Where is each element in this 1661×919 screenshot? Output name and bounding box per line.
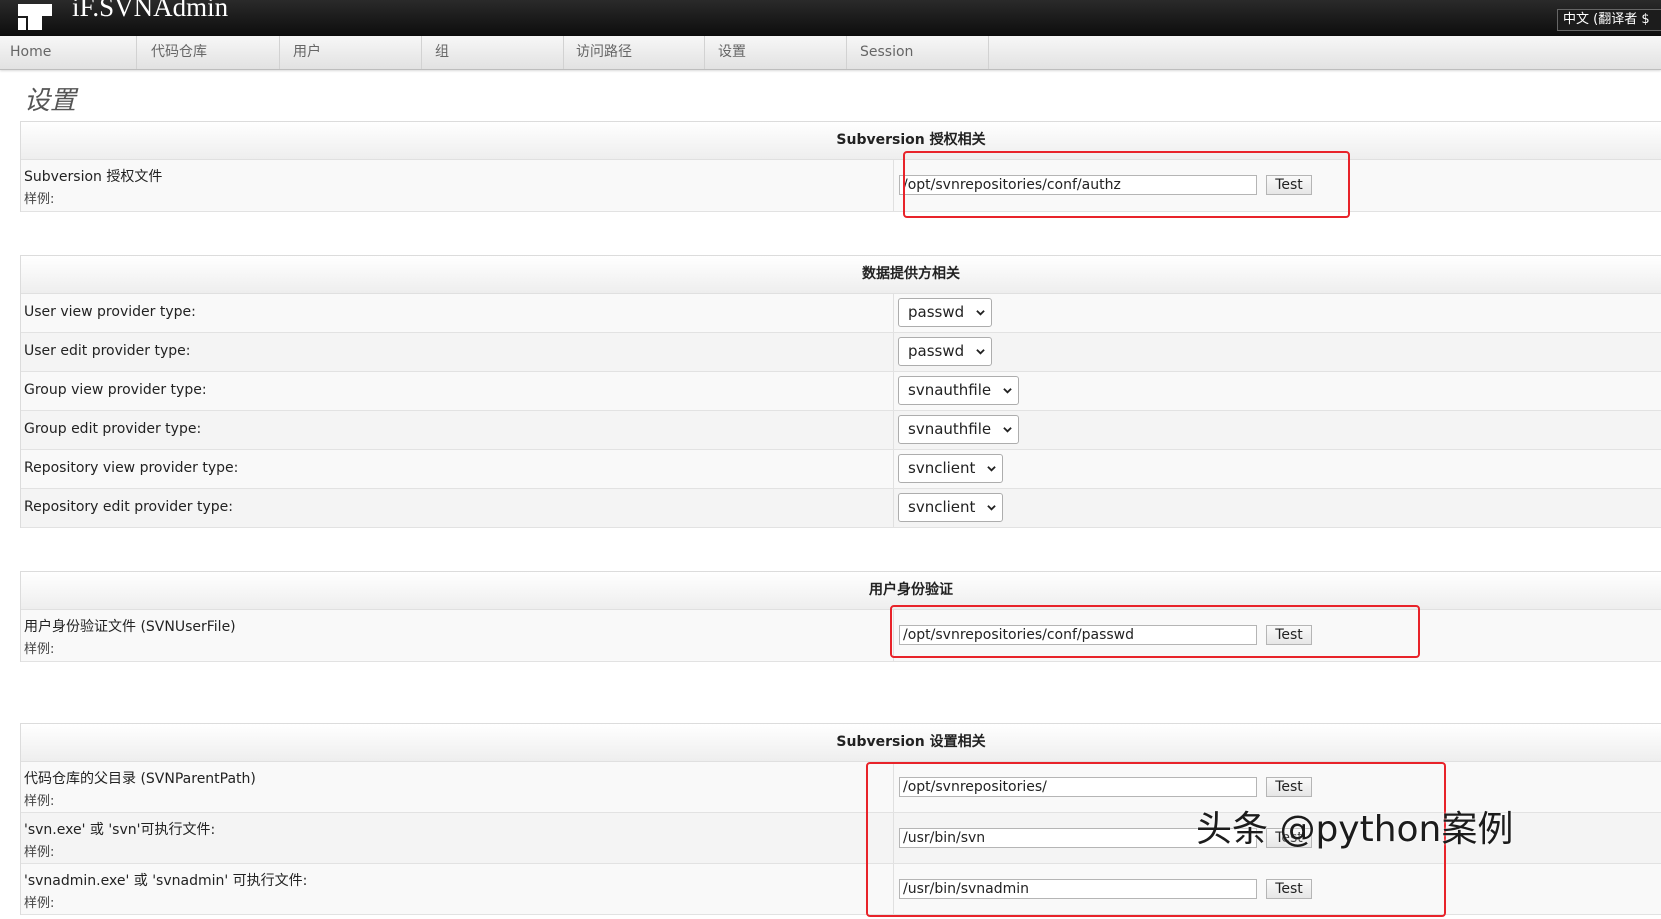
setting-example: 样例: bbox=[24, 845, 55, 860]
section-header: Subversion 授权相关 bbox=[21, 122, 1661, 160]
setting-label: Repository view provider type: bbox=[24, 460, 239, 476]
section-header-label: 用户身份验证 bbox=[869, 582, 953, 598]
select-value: passwd bbox=[908, 303, 965, 321]
app-header: iF.SVNAdmin 中文 (翻译者 $ bbox=[0, 0, 1661, 36]
setting-label: 用户身份验证文件 (SVNUserFile) bbox=[24, 619, 236, 635]
nav-item-repositories[interactable]: 代码仓库 bbox=[141, 36, 280, 69]
chevron-down-icon bbox=[976, 349, 985, 355]
setting-row: Repository edit provider type: svnclient bbox=[21, 489, 1661, 528]
highlight-box bbox=[890, 605, 1420, 658]
section-header: 数据提供方相关 bbox=[21, 256, 1661, 294]
watermark: 头条 @python案例 bbox=[1196, 809, 1514, 850]
setting-example: 样例: bbox=[24, 794, 55, 809]
setting-row: Group view provider type: svnauthfile bbox=[21, 372, 1661, 411]
setting-label: Repository edit provider type: bbox=[24, 499, 233, 515]
setting-row: Subversion 授权文件 样例: /opt/svnrepositories… bbox=[21, 160, 1661, 212]
select-value: svnauthfile bbox=[908, 381, 992, 399]
language-selector[interactable]: 中文 (翻译者 $ bbox=[1557, 9, 1661, 31]
setting-example: 样例: bbox=[24, 896, 55, 911]
setting-row: Repository view provider type: svnclient bbox=[21, 450, 1661, 489]
user-edit-provider-select[interactable]: passwd bbox=[898, 337, 992, 366]
nav-item-settings[interactable]: 设置 bbox=[708, 36, 847, 69]
section-header: Subversion 设置相关 bbox=[21, 724, 1661, 762]
setting-label: User edit provider type: bbox=[24, 343, 191, 359]
nav-item-access-paths[interactable]: 访问路径 bbox=[566, 36, 705, 69]
repository-view-provider-select[interactable]: svnclient bbox=[898, 454, 1003, 483]
setting-row: User view provider type: passwd bbox=[21, 294, 1661, 333]
group-edit-provider-select[interactable]: svnauthfile bbox=[898, 415, 1019, 444]
section-header-label: Subversion 授权相关 bbox=[836, 132, 986, 148]
section-provider: 数据提供方相关 User view provider type: passwd … bbox=[20, 255, 1661, 528]
highlight-box bbox=[903, 151, 1350, 218]
setting-example: 样例: bbox=[24, 192, 55, 207]
section-authz: Subversion 授权相关 Subversion 授权文件 样例: /opt… bbox=[20, 121, 1661, 212]
setting-row: Group edit provider type: svnauthfile bbox=[21, 411, 1661, 450]
setting-label: Group edit provider type: bbox=[24, 421, 202, 437]
chevron-down-icon bbox=[987, 466, 996, 472]
chevron-down-icon bbox=[976, 310, 985, 316]
setting-row: User edit provider type: passwd bbox=[21, 333, 1661, 372]
setting-label: 代码仓库的父目录 (SVNParentPath) bbox=[24, 771, 256, 787]
chevron-down-icon bbox=[1003, 388, 1012, 394]
app-logo-icon bbox=[18, 0, 52, 34]
select-value: passwd bbox=[908, 342, 965, 360]
setting-label: 'svnadmin.exe' 或 'svnadmin' 可执行文件: bbox=[24, 873, 308, 889]
setting-label: Group view provider type: bbox=[24, 382, 207, 398]
app-title: iF.SVNAdmin bbox=[72, 0, 229, 22]
section-header-label: 数据提供方相关 bbox=[862, 266, 960, 282]
setting-label: User view provider type: bbox=[24, 304, 196, 320]
chevron-down-icon bbox=[1003, 427, 1012, 433]
select-value: svnclient bbox=[908, 459, 976, 477]
setting-label: Subversion 授权文件 bbox=[24, 169, 163, 185]
setting-example: 样例: bbox=[24, 642, 55, 657]
user-view-provider-select[interactable]: passwd bbox=[898, 298, 992, 327]
nav-item-groups[interactable]: 组 bbox=[425, 36, 564, 69]
select-value: svnclient bbox=[908, 498, 976, 516]
setting-label: 'svn.exe' 或 'svn'可执行文件: bbox=[24, 822, 216, 838]
chevron-down-icon bbox=[987, 505, 996, 511]
page-title: 设置 bbox=[24, 86, 77, 116]
section-header-label: Subversion 设置相关 bbox=[836, 734, 986, 750]
nav-item-home[interactable]: Home bbox=[0, 36, 137, 69]
select-value: svnauthfile bbox=[908, 420, 992, 438]
main-nav: Home 代码仓库 用户 组 访问路径 设置 Session bbox=[0, 36, 1661, 70]
nav-item-users[interactable]: 用户 bbox=[283, 36, 422, 69]
repository-edit-provider-select[interactable]: svnclient bbox=[898, 493, 1003, 522]
group-view-provider-select[interactable]: svnauthfile bbox=[898, 376, 1019, 405]
nav-item-session[interactable]: Session bbox=[850, 36, 989, 69]
